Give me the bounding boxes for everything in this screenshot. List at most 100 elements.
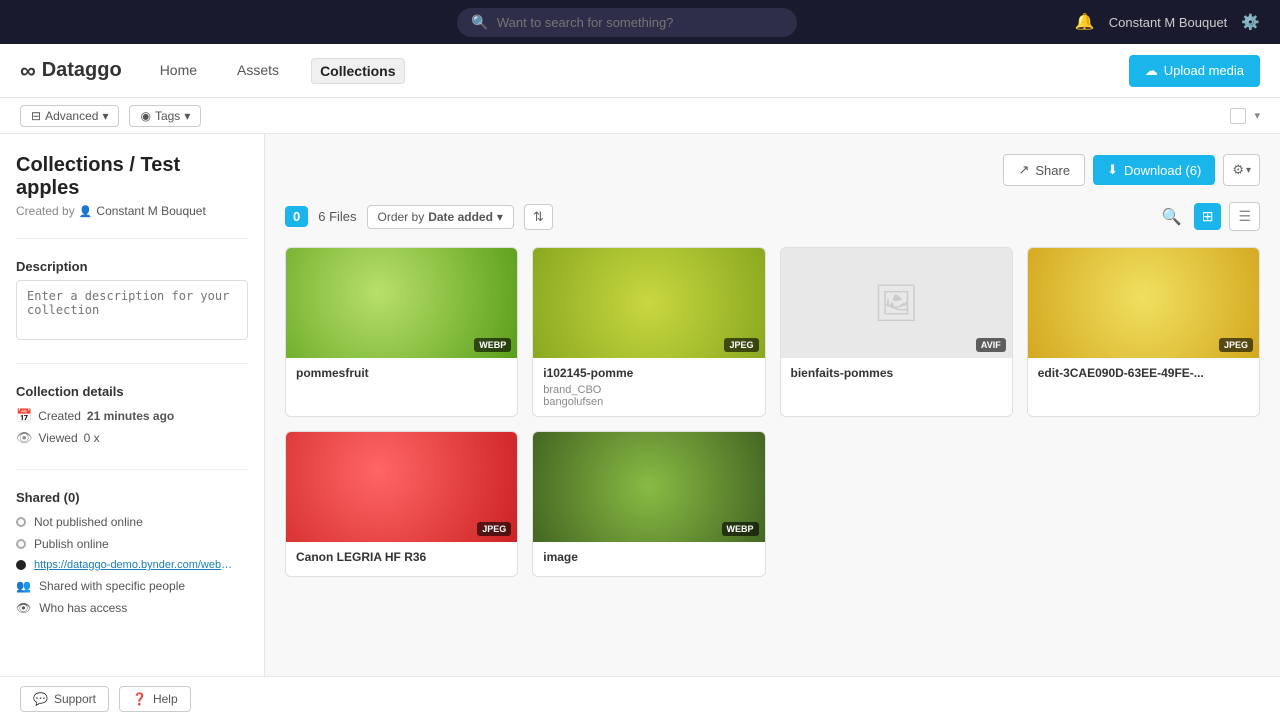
- tag-icon: ◉: [140, 109, 150, 123]
- shared-link-item[interactable]: https://dataggo-demo.bynder.com/web/5...: [16, 555, 248, 575]
- support-icon: 💬: [33, 692, 48, 706]
- logo-icon: ∞: [20, 58, 36, 84]
- sort-button[interactable]: ⇅: [524, 204, 553, 230]
- toolbar-right: ▾: [1230, 108, 1260, 124]
- page-title: Collections / Test apples: [16, 154, 248, 200]
- created-by-label: Created by: [16, 204, 75, 218]
- list-view-button[interactable]: ☰: [1229, 202, 1260, 231]
- order-by-button[interactable]: Order by Date added ▾: [367, 205, 514, 229]
- placeholder-icon: 🖼: [873, 282, 919, 324]
- chevron-order-icon: ▾: [497, 210, 503, 224]
- media-tags: brand_CBObangolufsen: [543, 384, 754, 408]
- chevron-down-icon: ▾: [102, 109, 108, 123]
- bottom-bar: 💬 Support ❓ Help: [0, 676, 1280, 720]
- created-time: 21 minutes ago: [87, 409, 174, 423]
- page-breadcrumb-area: Collections / Test apples Created by 👤 C…: [16, 154, 248, 218]
- content-filter-row: 0 6 Files Order by Date added ▾ ⇅ 🔍 ⊞ ☰: [285, 202, 1260, 231]
- media-format-badge: JPEG: [477, 522, 511, 536]
- topbar-right: 🔔 Constant M Bouquet ⚙️: [1075, 12, 1260, 32]
- search-input[interactable]: [497, 15, 784, 30]
- navbar: ∞ Dataggo Home Assets Collections ☁ Uplo…: [0, 44, 1280, 98]
- description-input[interactable]: [16, 280, 248, 340]
- author-name: Constant M Bouquet: [96, 204, 205, 218]
- description-title: Description: [16, 259, 248, 274]
- toolbar: ⊟ Advanced ▾ ◉ Tags ▾ ▾: [0, 98, 1280, 134]
- nav-collections[interactable]: Collections: [311, 58, 404, 84]
- media-info: pommesfruit: [286, 358, 517, 392]
- help-button[interactable]: ❓ Help: [119, 686, 191, 712]
- media-info: i102145-pomme brand_CBObangolufsen: [533, 358, 764, 416]
- eye-access-icon: 👁: [16, 601, 31, 615]
- advanced-button[interactable]: ⊟ Advanced ▾: [20, 105, 119, 127]
- file-count-badge: 0: [285, 206, 308, 227]
- logo-text: Dataggo: [42, 59, 122, 82]
- support-button[interactable]: 💬 Support: [20, 686, 109, 712]
- media-format-badge: JPEG: [724, 338, 758, 352]
- radio-circle-publish: [16, 539, 26, 549]
- nav-home[interactable]: Home: [152, 58, 205, 84]
- select-all-checkbox[interactable]: [1230, 108, 1246, 124]
- media-card[interactable]: JPEG edit-3CAE090D-63EE-49FE-...: [1027, 247, 1260, 417]
- user-icon: 👤: [79, 205, 93, 218]
- notification-icon[interactable]: 🔔: [1075, 12, 1095, 32]
- media-info: image: [533, 542, 764, 576]
- shared-link[interactable]: https://dataggo-demo.bynder.com/web/5...: [34, 559, 234, 571]
- settings-icon[interactable]: ⚙️: [1241, 13, 1260, 31]
- created-label: Created: [38, 409, 81, 423]
- chevron-down-icon-tags: ▾: [184, 109, 190, 123]
- description-section: Description: [16, 259, 248, 343]
- media-name: bienfaits-pommes: [791, 366, 1002, 380]
- search-icon: 🔍: [471, 14, 488, 31]
- nav-assets[interactable]: Assets: [229, 58, 287, 84]
- upload-media-button[interactable]: ☁ Upload media: [1129, 55, 1260, 87]
- collection-settings-button[interactable]: ⚙ ▾: [1223, 154, 1260, 186]
- media-format-badge: WEBP: [722, 522, 759, 536]
- media-info: Canon LEGRIA HF R36: [286, 542, 517, 576]
- media-format-badge: WEBP: [474, 338, 511, 352]
- not-published-label: Not published online: [34, 515, 143, 529]
- search-bar[interactable]: 🔍: [457, 8, 797, 37]
- not-published-item[interactable]: Not published online: [16, 511, 248, 533]
- publish-online-item[interactable]: Publish online: [16, 533, 248, 555]
- media-format-badge: JPEG: [1219, 338, 1253, 352]
- gear-settings-icon: ⚙: [1232, 162, 1244, 178]
- media-card[interactable]: WEBP pommesfruit: [285, 247, 518, 417]
- shared-people-item[interactable]: 👥 Shared with specific people: [16, 575, 248, 597]
- media-card[interactable]: WEBP image: [532, 431, 765, 577]
- media-card[interactable]: 🖼 AVIF bienfaits-pommes: [780, 247, 1013, 417]
- divider-3: [16, 469, 248, 470]
- details-title: Collection details: [16, 384, 248, 399]
- eye-icon: 👁: [16, 430, 33, 446]
- share-button[interactable]: ↗ Share: [1003, 154, 1085, 186]
- chevron-settings-icon: ▾: [1246, 165, 1251, 176]
- calendar-icon: 📅: [16, 408, 32, 424]
- download-button[interactable]: ⬇ Download (6): [1093, 155, 1215, 185]
- filter-left: 0 6 Files Order by Date added ▾ ⇅: [285, 204, 553, 230]
- chevron-down-icon-select[interactable]: ▾: [1254, 109, 1260, 122]
- divider-1: [16, 238, 248, 239]
- media-name: image: [543, 550, 754, 564]
- download-icon: ⬇: [1107, 162, 1118, 178]
- logo: ∞ Dataggo: [20, 58, 122, 84]
- shared-title: Shared (0): [16, 490, 248, 505]
- tags-button[interactable]: ◉ Tags ▾: [129, 105, 201, 127]
- action-row: ↗ Share ⬇ Download (6) ⚙ ▾: [285, 154, 1260, 186]
- divider-2: [16, 363, 248, 364]
- created-row: 📅 Created 21 minutes ago: [16, 405, 248, 427]
- media-card[interactable]: JPEG Canon LEGRIA HF R36: [285, 431, 518, 577]
- viewed-label: Viewed: [39, 431, 78, 445]
- nav-links: Home Assets Collections: [152, 58, 405, 84]
- who-access-item[interactable]: 👁 Who has access: [16, 597, 248, 619]
- media-card[interactable]: JPEG i102145-pomme brand_CBObangolufsen: [532, 247, 765, 417]
- filter-icon: ⊟: [31, 109, 41, 123]
- media-info: edit-3CAE090D-63EE-49FE-...: [1028, 358, 1259, 392]
- content-area: ↗ Share ⬇ Download (6) ⚙ ▾ 0 6 Files Ord…: [265, 134, 1280, 720]
- grid-view-button[interactable]: ⊞: [1194, 203, 1222, 230]
- topbar: 🔍 🔔 Constant M Bouquet ⚙️: [0, 0, 1280, 44]
- publish-online-label: Publish online: [34, 537, 109, 551]
- media-grid: WEBP pommesfruit JPEG i102145-pomme bran…: [285, 247, 1260, 577]
- search-media-button[interactable]: 🔍: [1158, 203, 1186, 231]
- user-name: Constant M Bouquet: [1109, 15, 1228, 30]
- upload-icon: ☁: [1145, 63, 1158, 79]
- media-name: edit-3CAE090D-63EE-49FE-...: [1038, 366, 1249, 380]
